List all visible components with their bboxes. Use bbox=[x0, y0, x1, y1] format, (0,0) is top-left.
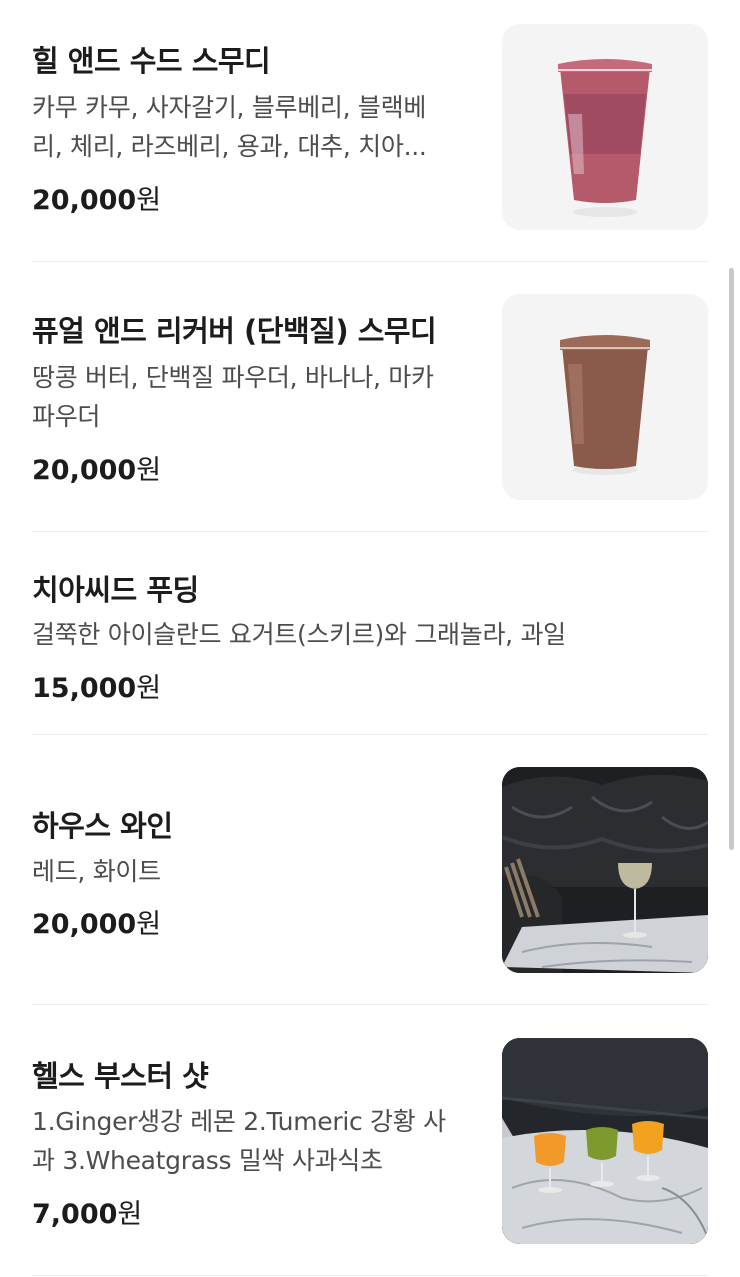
menu-item-fuel-and-recover-smoothie[interactable]: 퓨얼 앤드 리커버 (단백질) 스무디 땅콩 버터, 단백질 파우더, 바나나,… bbox=[32, 262, 708, 532]
menu-item-health-booster-shot[interactable]: 헬스 부스터 샷 1.Ginger생강 레몬 2.Tumeric 강황 사 과 … bbox=[32, 1005, 708, 1276]
menu-list: 힐 앤드 수드 스무디 카무 카무, 사자갈기, 블루베리, 블랙베 리, 체리… bbox=[0, 0, 740, 1277]
description-line: 카무 카무, 사자갈기, 블루베리, 블랙베 bbox=[32, 93, 427, 122]
description-line: 1.Ginger생강 레몬 2.Tumeric 강황 사 bbox=[32, 1107, 446, 1136]
description-line: 리, 체리, 라즈베리, 용과, 대추, 치아... bbox=[32, 132, 427, 161]
description-line: 땅콩 버터, 단백질 파우더, 바나나, 마카 bbox=[32, 363, 434, 392]
menu-item-heal-and-soothe-smoothie[interactable]: 힐 앤드 수드 스무디 카무 카무, 사자갈기, 블루베리, 블랙베 리, 체리… bbox=[32, 0, 708, 262]
menu-item-description: 땅콩 버터, 단백질 파우더, 바나나, 마카 파우더 bbox=[32, 358, 434, 436]
menu-item-house-wine[interactable]: 하우스 와인 레드, 화이트 20,000원 bbox=[32, 735, 708, 1005]
menu-item-price: 7,000원 bbox=[32, 1192, 142, 1231]
price-amount: 20,000 bbox=[32, 185, 137, 216]
berry-smoothie-photo[interactable] bbox=[502, 24, 708, 230]
description-line: 레드, 화이트 bbox=[32, 857, 161, 886]
price-amount: 20,000 bbox=[32, 909, 137, 940]
menu-item-title: 치아씨드 푸딩 bbox=[32, 573, 199, 607]
menu-item-price: 20,000원 bbox=[32, 902, 161, 941]
price-currency: 원 bbox=[136, 673, 162, 704]
price-currency: 원 bbox=[117, 1199, 143, 1230]
description-line: 걸쭉한 아이슬란드 요거트(스키르)와 그래놀라, 과일 bbox=[32, 620, 566, 649]
wine-glass-photo[interactable] bbox=[502, 767, 708, 973]
price-currency: 원 bbox=[136, 909, 162, 940]
menu-item-description: 레드, 화이트 bbox=[32, 852, 161, 891]
menu-item-title: 헬스 부스터 샷 bbox=[32, 1059, 209, 1093]
menu-item-description: 1.Ginger생강 레몬 2.Tumeric 강황 사 과 3.Wheatgr… bbox=[32, 1102, 446, 1180]
price-amount: 15,000 bbox=[32, 673, 137, 704]
price-amount: 7,000 bbox=[32, 1199, 118, 1230]
scrollbar[interactable] bbox=[729, 268, 734, 850]
menu-item-chia-seed-pudding[interactable]: 치아씨드 푸딩 걸쭉한 아이슬란드 요거트(스키르)와 그래놀라, 과일 15,… bbox=[32, 532, 708, 735]
price-amount: 20,000 bbox=[32, 455, 137, 486]
booster-shots-photo[interactable] bbox=[502, 1038, 708, 1244]
price-currency: 원 bbox=[136, 185, 162, 216]
menu-item-description: 카무 카무, 사자갈기, 블루베리, 블랙베 리, 체리, 라즈베리, 용과, … bbox=[32, 88, 427, 166]
description-line: 파우더 bbox=[32, 402, 101, 431]
menu-item-price: 20,000원 bbox=[32, 178, 161, 217]
menu-item-description: 걸쭉한 아이슬란드 요거트(스키르)와 그래놀라, 과일 bbox=[32, 615, 566, 654]
price-currency: 원 bbox=[136, 455, 162, 486]
description-line: 과 3.Wheatgrass 밀싹 사과식초 bbox=[32, 1146, 383, 1175]
menu-item-title: 퓨얼 앤드 리커버 (단백질) 스무디 bbox=[32, 314, 437, 348]
protein-smoothie-photo[interactable] bbox=[502, 294, 708, 500]
menu-item-title: 힐 앤드 수드 스무디 bbox=[32, 44, 271, 78]
menu-item-price: 20,000원 bbox=[32, 448, 161, 487]
menu-item-title: 하우스 와인 bbox=[32, 809, 173, 843]
menu-item-price: 15,000원 bbox=[32, 666, 161, 705]
